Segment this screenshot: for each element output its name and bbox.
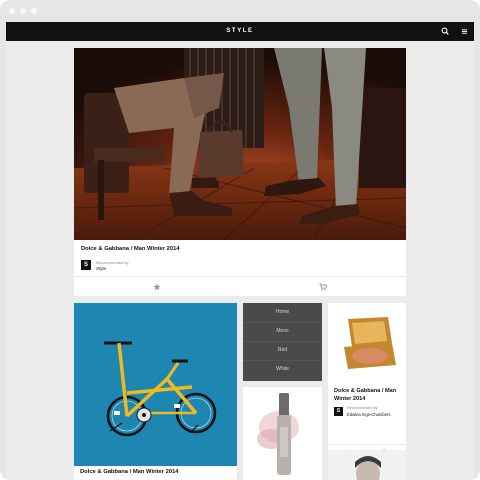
recommended-by-label: Recommended by: [347, 406, 378, 410]
recommended-by-label: Recommended by: [96, 260, 129, 265]
menu-item-white[interactable]: White: [243, 360, 322, 379]
hero-image[interactable]: [74, 48, 406, 240]
hero-title[interactable]: Dolce & Gabbana / Man Winter 2014: [81, 246, 180, 252]
recommender-avatar[interactable]: S: [334, 407, 343, 416]
portrait-image[interactable]: [328, 450, 406, 480]
recommender-name[interactable]: Edwina Ings-Chambers: [347, 412, 391, 417]
window-dot-close[interactable]: [9, 8, 15, 14]
menu-item-red[interactable]: Red: [243, 341, 322, 361]
recommender-avatar[interactable]: S: [81, 260, 91, 270]
recommender-name[interactable]: Style: [96, 266, 106, 271]
bike-image[interactable]: [74, 303, 237, 466]
portrait-card[interactable]: [328, 450, 406, 480]
category-menu: Home Mens Red White: [243, 303, 322, 381]
cart-icon[interactable]: [319, 283, 327, 291]
top-navigation-bar: STYLE: [6, 22, 474, 41]
bike-card-title[interactable]: Dolce & Gabbana / Man Winter 2014: [80, 469, 179, 475]
hero-card[interactable]: Dolce & Gabbana / Man Winter 2014 S Reco…: [74, 48, 406, 296]
search-icon[interactable]: [440, 26, 451, 37]
compact-image[interactable]: [328, 303, 406, 381]
cosmetic-product-card[interactable]: [243, 387, 322, 480]
browser-window: STYLE Dolce & Gabbana / Man Winter 2014 …: [0, 0, 480, 480]
compact-product-card[interactable]: Dolce & Gabbana / Man Winter 2014 S Reco…: [328, 303, 406, 460]
window-dot-minimize[interactable]: [20, 8, 26, 14]
star-icon[interactable]: [153, 283, 161, 291]
bike-card[interactable]: Dolce & Gabbana / Man Winter 2014: [74, 303, 237, 480]
cosmetic-product-image[interactable]: [243, 387, 322, 480]
page-viewport: STYLE Dolce & Gabbana / Man Winter 2014 …: [6, 22, 474, 480]
hero-action-bar: [74, 276, 406, 297]
compact-card-title[interactable]: Dolce & Gabbana / Man Winter 2014: [334, 387, 404, 403]
menu-item-mens[interactable]: Mens: [243, 322, 322, 342]
hamburger-menu-icon[interactable]: [459, 26, 470, 37]
window-controls: [9, 8, 37, 14]
menu-item-home[interactable]: Home: [243, 303, 322, 323]
window-dot-maximize[interactable]: [31, 8, 37, 14]
brand-title[interactable]: STYLE: [6, 22, 474, 41]
